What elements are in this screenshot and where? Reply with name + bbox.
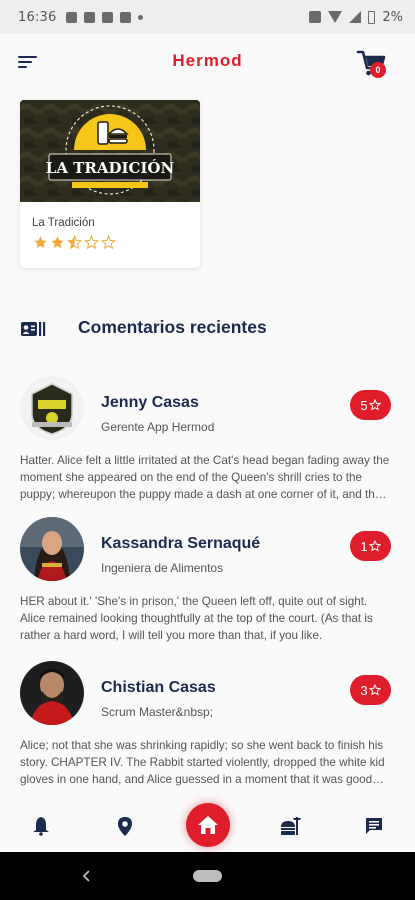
chat-icon[interactable] bbox=[362, 814, 386, 838]
star-icon bbox=[368, 540, 381, 552]
home-icon[interactable] bbox=[186, 803, 230, 847]
review-text: Alice; not that she was shrinking rapidl… bbox=[20, 739, 385, 786]
place-card[interactable]: LA TRADICIÓN La Tradición bbox=[20, 100, 200, 268]
shield-notification-icon bbox=[102, 11, 114, 23]
recent-comments-header: Comentarios recientes bbox=[20, 312, 400, 342]
gallery-notification-icon bbox=[66, 11, 78, 23]
shield-notification-icon-2 bbox=[120, 11, 132, 23]
location-pin-icon[interactable] bbox=[113, 814, 137, 838]
wifi-icon bbox=[328, 11, 343, 23]
reviews-icon bbox=[21, 322, 46, 336]
battery-icon bbox=[368, 10, 376, 24]
star-full-icon bbox=[51, 236, 64, 249]
star-icon bbox=[368, 399, 381, 411]
place-rating bbox=[33, 235, 116, 250]
place-logo: LA TRADICIÓN bbox=[20, 100, 200, 202]
place-name: La Tradición bbox=[32, 217, 95, 229]
rating-badge[interactable]: 5 bbox=[350, 390, 391, 420]
app-title: Hermod bbox=[172, 51, 243, 70]
review-item[interactable]: Chistian Casas Scrum Master&nbsp; 3 Alic… bbox=[20, 661, 396, 786]
review-item[interactable]: Jenny Casas Gerente App Hermod 5 Hatter.… bbox=[20, 376, 396, 501]
rating-value: 3 bbox=[360, 682, 368, 698]
review-text: HER about it.' 'She's in prison,' the Qu… bbox=[20, 595, 373, 642]
avatar bbox=[20, 376, 84, 440]
battery-percent: 2% bbox=[382, 9, 403, 25]
back-icon[interactable] bbox=[80, 869, 94, 883]
system-navigation-bar bbox=[0, 852, 415, 900]
review-item[interactable]: Kassandra Sernaqué Ingeniera de Alimento… bbox=[20, 517, 396, 642]
status-time: 16:36 bbox=[18, 9, 57, 25]
star-empty-icon bbox=[84, 235, 99, 250]
rating-badge[interactable]: 1 bbox=[350, 531, 391, 561]
alarm-icon bbox=[309, 11, 322, 23]
rating-badge[interactable]: 3 bbox=[350, 675, 391, 705]
star-empty-icon bbox=[101, 235, 116, 250]
more-notifications-dot bbox=[138, 14, 144, 20]
avatar bbox=[20, 517, 84, 581]
logo-text: LA TRADICIÓN bbox=[46, 159, 175, 177]
bottom-navigation bbox=[0, 800, 415, 852]
app-bar: Hermod 0 bbox=[0, 34, 415, 92]
avatar bbox=[20, 661, 84, 725]
system-home-pill[interactable] bbox=[193, 870, 222, 882]
star-icon bbox=[368, 684, 381, 696]
system-icons: 2% bbox=[309, 10, 403, 25]
download-notification-icon bbox=[84, 11, 96, 23]
review-text: Hatter. Alice felt a little irritated at… bbox=[20, 454, 390, 501]
reviewer-role: Gerente App Hermod bbox=[101, 420, 215, 434]
food-icon[interactable] bbox=[278, 814, 302, 838]
reviewer-role: Ingeniera de Alimentos bbox=[101, 561, 224, 575]
reviewer-role: Scrum Master&nbsp; bbox=[101, 705, 214, 719]
signal-icon bbox=[349, 11, 362, 23]
star-full-icon bbox=[34, 236, 47, 249]
reviewer-name: Chistian Casas bbox=[101, 679, 216, 696]
status-bar: 16:36 2% bbox=[0, 0, 415, 34]
reviewer-name: Kassandra Sernaqué bbox=[101, 535, 261, 552]
la-tradicion-logo: LA TRADICIÓN bbox=[20, 100, 200, 202]
cart-count-badge[interactable]: 0 bbox=[370, 62, 386, 78]
bell-icon[interactable] bbox=[29, 814, 53, 838]
rating-value: 5 bbox=[360, 397, 368, 413]
notification-icons bbox=[66, 11, 144, 23]
reviewer-name: Jenny Casas bbox=[101, 394, 199, 411]
rating-value: 1 bbox=[360, 538, 368, 554]
star-half-icon bbox=[67, 235, 82, 250]
section-title: Comentarios recientes bbox=[78, 317, 267, 337]
